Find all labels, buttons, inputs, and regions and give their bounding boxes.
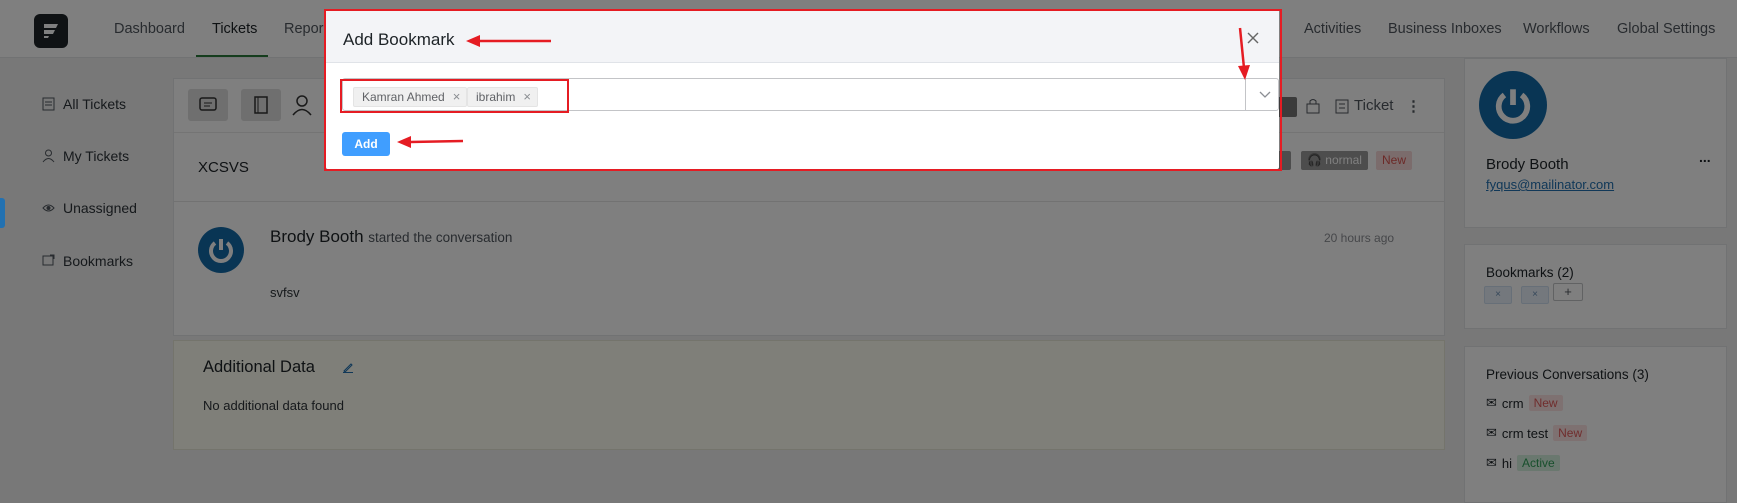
tag-label: ibrahim	[476, 90, 516, 104]
add-button[interactable]: Add	[342, 132, 390, 156]
chevron-down-icon[interactable]	[1259, 90, 1271, 100]
dialog-header: Add Bookmark	[326, 11, 1279, 63]
selected-tag: Kamran Ahmed ×	[353, 87, 468, 107]
bookmark-select[interactable]: Kamran Ahmed × ibrahim ×	[342, 78, 1279, 111]
selected-tag: ibrahim ×	[467, 87, 538, 107]
dialog-title: Add Bookmark	[343, 30, 455, 49]
select-divider	[1245, 79, 1246, 110]
add-bookmark-dialog: Add Bookmark Kamran Ahmed × ibrahim × Ad…	[326, 11, 1279, 169]
close-icon[interactable]	[1246, 31, 1260, 45]
collapse-handle[interactable]	[0, 198, 5, 228]
remove-tag-icon[interactable]: ×	[453, 90, 461, 104]
tag-label: Kamran Ahmed	[362, 90, 445, 104]
remove-tag-icon[interactable]: ×	[523, 90, 531, 104]
